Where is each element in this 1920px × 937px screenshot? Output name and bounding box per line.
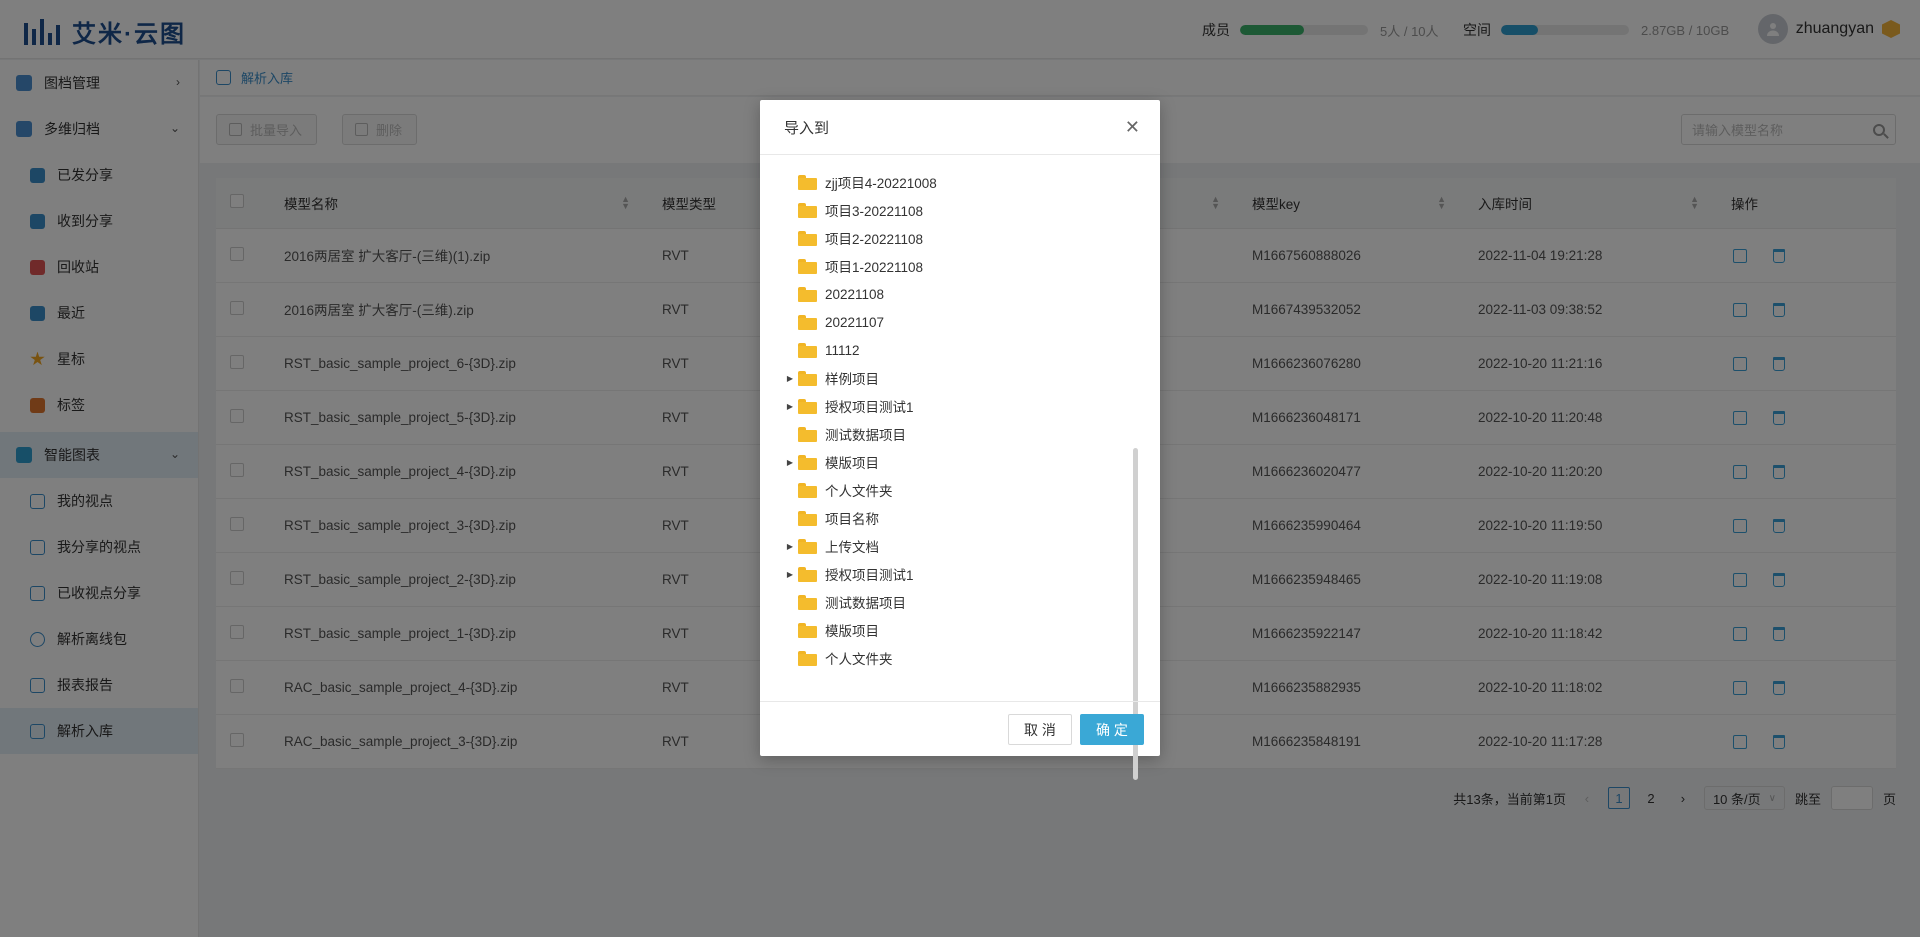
folder-label: 项目1-20221108	[825, 260, 924, 275]
folder-icon	[798, 342, 817, 358]
dialog-footer: 取 消 确 定	[760, 701, 1160, 756]
folder-icon	[798, 510, 817, 526]
dialog-title: 导入到	[784, 119, 830, 137]
folder-tree-item[interactable]: 测试数据项目	[784, 588, 906, 616]
folder-icon	[798, 258, 817, 274]
folder-icon	[798, 426, 817, 442]
folder-tree-item[interactable]: 测试数据项目	[784, 420, 906, 448]
folder-icon	[798, 622, 817, 638]
folder-tree-item[interactable]: 模版项目	[784, 616, 879, 644]
caret-right-icon[interactable]: ▶	[784, 458, 796, 467]
import-to-dialog: 导入到 ✕ zjj项目4-20221008 项目3-20221108 项目2-202…	[760, 100, 1160, 780]
folder-label: 项目名称	[825, 512, 879, 527]
folder-label: 模版项目	[825, 456, 879, 471]
folder-tree-item[interactable]: ▶ 授权项目测试1	[784, 560, 914, 588]
folder-icon	[798, 230, 817, 246]
folder-tree-item[interactable]: 项目名称	[784, 504, 879, 532]
folder-label: 20221107	[825, 314, 885, 330]
folder-tree-item[interactable]: 项目1-20221108	[784, 252, 923, 280]
folder-label: 个人文件夹	[825, 652, 893, 667]
folder-label: 11112	[825, 342, 860, 358]
folder-icon	[798, 314, 817, 330]
caret-right-icon[interactable]: ▶	[784, 402, 796, 411]
folder-icon	[798, 594, 817, 610]
folder-icon	[798, 286, 817, 302]
folder-label: 授权项目测试1	[825, 400, 914, 415]
folder-label: 个人文件夹	[825, 484, 893, 499]
folder-label: 项目3-20221108	[825, 204, 924, 219]
dialog-header: 导入到 ✕	[760, 100, 1160, 155]
folder-tree-item[interactable]: 个人文件夹	[784, 476, 893, 504]
confirm-button[interactable]: 确 定	[1080, 714, 1144, 745]
folder-icon	[798, 398, 817, 414]
folder-tree-item[interactable]: 项目2-20221108	[784, 224, 923, 252]
folder-tree-item[interactable]: ▶ 上传文档	[784, 532, 879, 560]
folder-label: 20221108	[825, 286, 885, 302]
folder-label: 项目2-20221108	[825, 232, 924, 247]
caret-right-icon[interactable]: ▶	[784, 570, 796, 579]
cancel-button[interactable]: 取 消	[1008, 714, 1072, 745]
close-icon[interactable]: ✕	[1125, 117, 1140, 137]
folder-icon	[798, 370, 817, 386]
folder-tree-item[interactable]: ▶ 授权项目测试1	[784, 392, 914, 420]
caret-right-icon[interactable]: ▶	[784, 374, 796, 383]
folder-icon	[798, 650, 817, 666]
folder-label: 上传文档	[825, 540, 879, 555]
folder-tree-item[interactable]: 20221107	[784, 308, 884, 336]
folder-icon	[798, 202, 817, 218]
folder-icon	[798, 538, 817, 554]
folder-icon	[798, 174, 817, 190]
folder-tree-item[interactable]: 个人文件夹	[784, 644, 893, 672]
folder-tree: zjj项目4-20221008 项目3-20221108 项目2-20221108 项…	[760, 156, 1160, 700]
folder-tree-item[interactable]: zjj项目4-20221008	[784, 168, 937, 196]
folder-label: 模版项目	[825, 624, 879, 639]
folder-tree-item[interactable]: 项目3-20221108	[784, 196, 923, 224]
folder-label: 授权项目测试1	[825, 568, 914, 583]
folder-label: zjj项目4-20221008	[825, 176, 937, 191]
folder-icon	[798, 566, 817, 582]
folder-label: 测试数据项目	[825, 596, 906, 611]
folder-icon	[798, 482, 817, 498]
folder-label: 样例项目	[825, 372, 879, 387]
folder-tree-item[interactable]: ▶ 模版项目	[784, 448, 879, 476]
folder-label: 测试数据项目	[825, 428, 906, 443]
folder-tree-item[interactable]: 20221108	[784, 280, 884, 308]
folder-icon	[798, 454, 817, 470]
caret-right-icon[interactable]: ▶	[784, 542, 796, 551]
folder-tree-item[interactable]: 11112	[784, 336, 860, 364]
folder-tree-item[interactable]: ▶ 样例项目	[784, 364, 879, 392]
